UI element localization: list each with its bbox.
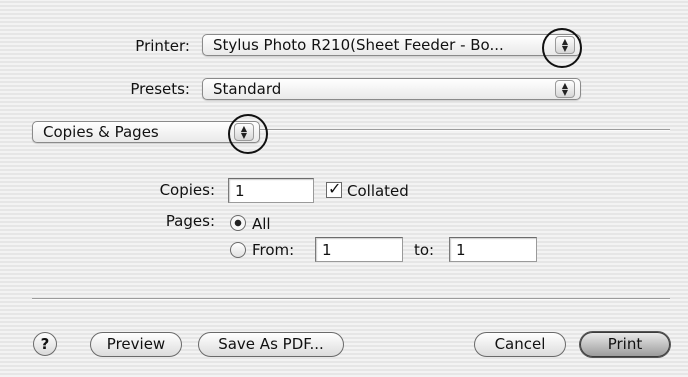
collated-label: Collated (347, 182, 409, 200)
presets-popup-value: Standard (213, 80, 282, 98)
help-button[interactable]: ? (33, 332, 57, 356)
save-as-pdf-button[interactable]: Save As PDF... (198, 332, 344, 357)
panel-popup-value: Copies & Pages (43, 123, 159, 141)
copies-label: Copies: (159, 181, 215, 199)
callout-circle-panel (228, 114, 268, 154)
callout-circle-printer (542, 28, 582, 68)
printer-popup-value: Stylus Photo R210(Sheet Feeder - Bo... (213, 36, 504, 54)
print-button[interactable]: Print (580, 332, 670, 357)
from-field[interactable]: 1 (315, 237, 403, 262)
checkmark-icon: ✓ (328, 179, 342, 198)
to-field[interactable]: 1 (449, 237, 537, 262)
to-label: to: (414, 241, 435, 259)
preview-button[interactable]: Preview (90, 332, 182, 357)
printer-popup[interactable]: Stylus Photo R210(Sheet Feeder - Bo... ▲… (202, 34, 581, 56)
pages-label: Pages: (165, 212, 215, 230)
from-label: From: (252, 241, 295, 259)
copies-field[interactable]: 1 (228, 178, 314, 203)
cancel-button[interactable]: Cancel (474, 332, 566, 357)
from-radio[interactable] (230, 242, 246, 258)
panel-divider (260, 129, 670, 131)
question-mark-icon: ? (40, 335, 50, 353)
presets-popup[interactable]: Standard ▲ ▼ (202, 78, 581, 100)
panel-popup[interactable]: Copies & Pages ▲ ▼ (32, 121, 260, 143)
collated-checkbox[interactable]: ✓ (326, 179, 342, 198)
bottom-divider (32, 298, 670, 300)
all-label: All (252, 215, 271, 233)
presets-label: Presets: (130, 80, 190, 98)
all-radio[interactable] (230, 215, 246, 231)
popup-arrows-icon[interactable]: ▲ ▼ (555, 80, 575, 98)
printer-label: Printer: (135, 37, 190, 55)
